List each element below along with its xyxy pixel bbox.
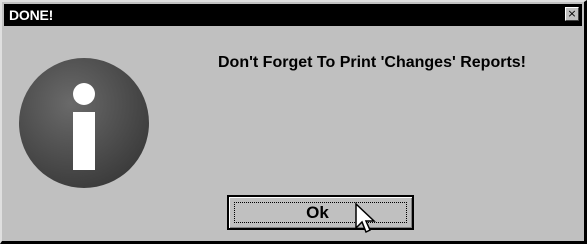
close-button[interactable]: ×: [565, 7, 579, 21]
done-dialog: DONE! × Don't Forget To Print 'Changes' …: [0, 0, 587, 244]
close-icon[interactable]: ×: [567, 7, 576, 20]
info-icon: [19, 58, 149, 188]
info-icon-stem: [73, 112, 95, 170]
mouse-cursor-icon: [355, 202, 376, 234]
ok-button-label[interactable]: Ok: [229, 203, 412, 223]
info-icon-dot: [73, 83, 95, 105]
window-title: DONE!: [9, 7, 54, 23]
title-bar[interactable]: DONE! ×: [4, 4, 582, 26]
ok-button[interactable]: Ok: [227, 195, 414, 230]
dialog-message: Don't Forget To Print 'Changes' Reports!: [218, 54, 526, 71]
